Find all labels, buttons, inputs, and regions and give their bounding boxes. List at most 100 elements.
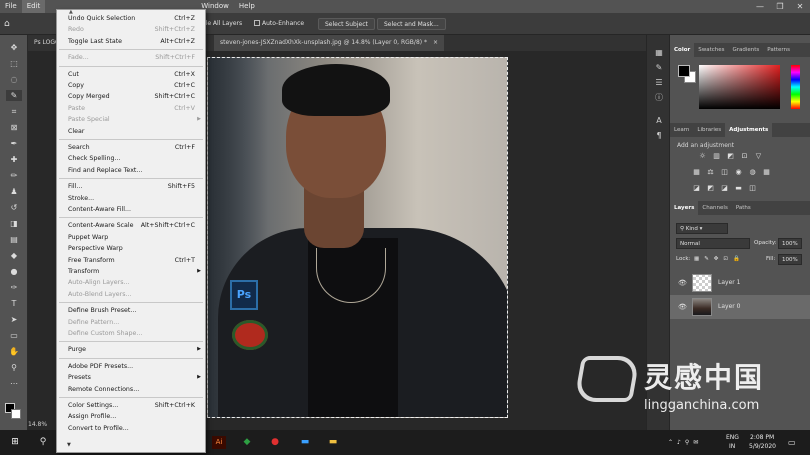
minimize-icon[interactable]: — — [750, 0, 770, 13]
lasso-tool-icon[interactable]: ◌ — [6, 74, 22, 85]
layer-filter-kind[interactable]: ⚲ Kind ▾ — [676, 223, 728, 234]
menu-item-assign-profile[interactable]: Assign Profile... — [57, 411, 205, 422]
info-panel-icon[interactable]: ⓘ — [653, 92, 665, 103]
frame-tool-icon[interactable]: ⊠ — [6, 122, 22, 133]
hue-saturation-icon[interactable]: ▦ — [692, 168, 701, 177]
tab-paths[interactable]: Paths — [732, 201, 755, 215]
menu-item-toggle-last-state[interactable]: Toggle Last State Alt+Ctrl+Z — [57, 36, 205, 47]
foreground-swatch[interactable] — [678, 65, 690, 77]
system-tray-icons[interactable]: ⌃♪⚲✉ — [668, 437, 702, 449]
photo-filter-icon[interactable]: ◉ — [734, 168, 743, 177]
tab-swatches[interactable]: Swatches — [694, 43, 728, 57]
dodge-tool-icon[interactable]: ● — [6, 266, 22, 277]
blur-tool-icon[interactable]: ◆ — [6, 250, 22, 261]
color-lookup-icon[interactable]: ▦ — [762, 168, 771, 177]
lock-icons[interactable]: ▦✎✥⊡🔒 — [694, 254, 745, 265]
menu-item-stroke[interactable]: Stroke... — [57, 193, 205, 204]
vibrance-icon[interactable]: ▽ — [754, 152, 763, 161]
threshold-icon[interactable]: ◪ — [720, 184, 729, 193]
menu-item-transform[interactable]: Transform ▶ — [57, 266, 205, 277]
clock-date[interactable]: 5/9/2020 — [749, 441, 776, 453]
eraser-tool-icon[interactable]: ◨ — [6, 218, 22, 229]
layer-row-layer-1[interactable]: 👁 Layer 1 — [670, 271, 810, 295]
zoom-level[interactable]: 14.8% — [28, 421, 47, 428]
menu-item-convert-to-profile[interactable]: Convert to Profile... — [57, 423, 205, 434]
brightness-icon[interactable]: ☼ — [698, 152, 707, 161]
levels-icon[interactable]: ▥ — [712, 152, 721, 161]
menu-item-perspective-warp[interactable]: Perspective Warp — [57, 243, 205, 254]
layer-row-layer-0[interactable]: 👁 Layer 0 — [670, 295, 810, 319]
exposure-icon[interactable]: ⊡ — [740, 152, 749, 161]
tab-layers[interactable]: Layers — [670, 201, 699, 215]
select-subject-button[interactable]: Select Subject — [318, 18, 375, 30]
menu-item-free-transform[interactable]: Free Transform Ctrl+T — [57, 255, 205, 266]
notifications-icon[interactable]: ▭ — [788, 437, 796, 449]
search-icon[interactable]: ⚲ — [36, 436, 50, 449]
properties-panel-icon[interactable]: ☰ — [653, 77, 665, 88]
menu-file[interactable]: File — [0, 0, 22, 13]
brush-panel-icon[interactable]: ✎ — [653, 62, 665, 73]
posterize-icon[interactable]: ◩ — [706, 184, 715, 193]
menu-item-presets[interactable]: Presets ▶ — [57, 372, 205, 383]
tab-adjustments[interactable]: Adjustments — [725, 123, 773, 137]
invert-icon[interactable]: ◪ — [692, 184, 701, 193]
color-balance-icon[interactable]: ⚖ — [706, 168, 715, 177]
menu-item-find-and-replace-text[interactable]: Find and Replace Text... — [57, 165, 205, 176]
screen-icon[interactable]: ▬ — [298, 436, 312, 449]
file-explorer-icon[interactable]: ▬ — [326, 436, 340, 449]
move-tool-icon[interactable]: ✥ — [6, 42, 22, 53]
hue-slider[interactable] — [791, 65, 800, 109]
channel-mixer-icon[interactable]: ◍ — [748, 168, 757, 177]
home-icon[interactable]: ⌂ — [4, 18, 10, 30]
illustrator-icon[interactable]: Ai — [212, 436, 226, 449]
blend-mode-select[interactable]: Normal — [676, 238, 750, 249]
character-panel-icon[interactable]: A — [653, 115, 665, 126]
menu-item-adobe-pdf-presets[interactable]: Adobe PDF Presets... — [57, 361, 205, 372]
close-icon[interactable]: ✕ — [790, 0, 810, 13]
menu-item-content-aware-fill[interactable]: Content-Aware Fill... — [57, 204, 205, 215]
history-brush-icon[interactable]: ↺ — [6, 202, 22, 213]
history-panel-icon[interactable]: ▦ — [653, 47, 665, 58]
tab-active-document[interactable]: steven-jones-JSXZnadXhXk-unsplash.jpg @ … — [214, 35, 444, 51]
menu-item-copy[interactable]: Copy Ctrl+C — [57, 80, 205, 91]
menu-item-puppet-warp[interactable]: Puppet Warp — [57, 232, 205, 243]
paragraph-panel-icon[interactable]: ¶ — [653, 130, 665, 141]
menu-item-copy-merged[interactable]: Copy Merged Shift+Ctrl+C — [57, 91, 205, 102]
visibility-eye-icon[interactable]: 👁 — [678, 295, 687, 319]
type-tool-icon[interactable]: T — [6, 298, 22, 309]
tab-libraries[interactable]: Libraries — [693, 123, 725, 137]
menu-item-check-spelling[interactable]: Check Spelling... — [57, 153, 205, 164]
tab-patterns[interactable]: Patterns — [763, 43, 794, 57]
marquee-tool-icon[interactable]: ⬚ — [6, 58, 22, 69]
select-and-mask-button[interactable]: Select and Mask... — [377, 18, 446, 30]
zoom-tool-icon[interactable]: ⚲ — [6, 362, 22, 373]
recorder-icon[interactable]: ● — [268, 436, 282, 449]
menu-item-content-aware-scale[interactable]: Content-Aware Scale Alt+Shift+Ctrl+C — [57, 220, 205, 231]
brush-tool-icon[interactable]: ✏ — [6, 170, 22, 181]
auto-enhance-checkbox[interactable]: Auto-Enhance — [254, 18, 304, 30]
rectangle-tool-icon[interactable]: ▭ — [6, 330, 22, 341]
healing-brush-icon[interactable]: ✚ — [6, 154, 22, 165]
color-field[interactable] — [699, 65, 780, 109]
gradient-map-icon[interactable]: ▬ — [734, 184, 743, 193]
app-icon[interactable]: ◆ — [240, 436, 254, 449]
quick-selection-tool-icon[interactable]: ✎ — [6, 90, 22, 101]
menu-item-define-brush-preset[interactable]: Define Brush Preset... — [57, 305, 205, 316]
menu-item-fill[interactable]: Fill... Shift+F5 — [57, 181, 205, 192]
menu-item-remote-connections[interactable]: Remote Connections... — [57, 384, 205, 395]
opacity-input[interactable]: 100% — [778, 238, 802, 249]
visibility-eye-icon[interactable]: 👁 — [678, 271, 687, 295]
scroll-down-icon[interactable]: ▼ — [67, 442, 71, 448]
clone-stamp-icon[interactable]: ♟ — [6, 186, 22, 197]
image-canvas[interactable]: Ps — [207, 57, 508, 418]
menu-item-cut[interactable]: Cut Ctrl+X — [57, 69, 205, 80]
tab-channels[interactable]: Channels — [698, 201, 731, 215]
menu-item-undo-quick-selection[interactable]: Undo Quick Selection Ctrl+Z — [57, 13, 205, 24]
path-selection-icon[interactable]: ➤ — [6, 314, 22, 325]
black-white-icon[interactable]: ◫ — [720, 168, 729, 177]
restore-icon[interactable]: ❐ — [770, 0, 790, 13]
tab-close-icon[interactable]: × — [433, 39, 438, 46]
fill-input[interactable]: 100% — [778, 254, 802, 265]
eyedropper-tool-icon[interactable]: ✒ — [6, 138, 22, 149]
menu-edit[interactable]: Edit — [21, 0, 46, 13]
